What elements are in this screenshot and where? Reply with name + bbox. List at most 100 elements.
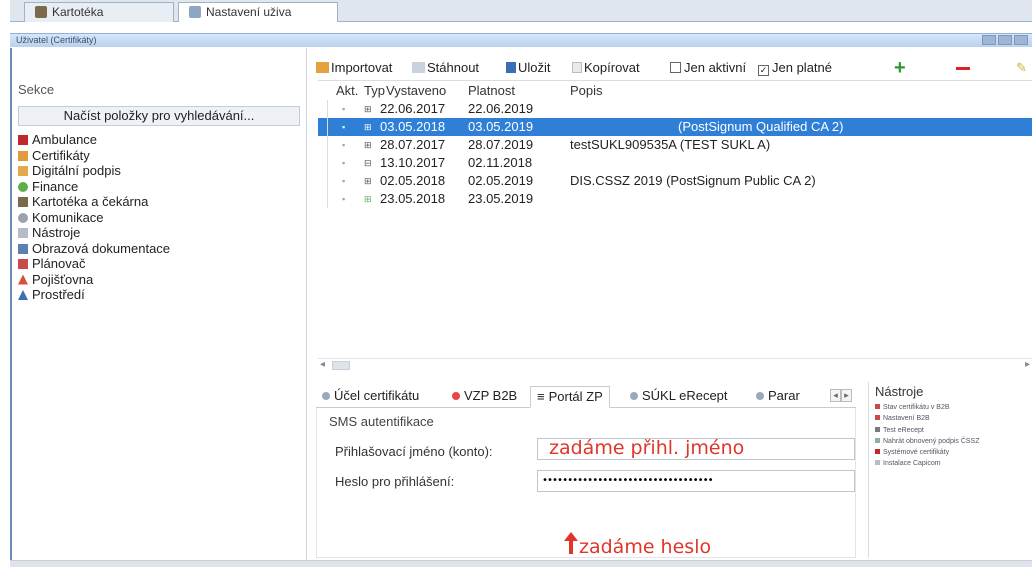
section-item-obrazova-dokumentace[interactable]: Obrazová dokumentace — [18, 241, 303, 257]
section-item-planovac[interactable]: Plánovač — [18, 256, 303, 272]
load-search-items-button[interactable]: Načíst položky pro vyhledávání... — [18, 106, 300, 126]
bullet-icon — [630, 392, 638, 400]
install-icon — [875, 460, 880, 466]
certificate-icon — [18, 150, 28, 161]
section-item-kartoteka[interactable]: Kartotéka a čekárna — [18, 194, 303, 210]
col-header-valid[interactable]: Platnost — [468, 83, 515, 98]
remove-icon[interactable] — [956, 67, 970, 70]
type-icon: ▪ — [342, 176, 346, 186]
scroll-thumb[interactable] — [332, 361, 350, 370]
col-header-description[interactable]: Popis — [570, 83, 603, 98]
table-row[interactable]: ▪ ⊞ 02.05.2018 02.05.2019 DIS.CSSZ 2019 … — [318, 172, 1032, 190]
section-tree: Ambulance Certifikáty Digitální podpis F… — [18, 132, 303, 303]
communication-icon — [18, 212, 28, 223]
annotation-arrow-icon — [564, 532, 578, 554]
copy-icon — [572, 62, 582, 73]
section-item-finance[interactable]: Finance — [18, 179, 303, 195]
tab-scroll-left-icon[interactable]: ◂ — [830, 389, 841, 402]
sms-auth-title: SMS autentifikace — [329, 414, 434, 429]
col-header-typ[interactable]: Typ — [364, 83, 385, 98]
only-active-checkbox[interactable]: Jen aktivní — [670, 58, 746, 78]
annotation-password-hint: zadáme heslo — [579, 536, 712, 558]
scroll-right-icon[interactable]: ▸ — [1025, 359, 1030, 370]
section-heading: Sekce — [18, 82, 55, 97]
tab-label: Nastavení uživa — [206, 5, 292, 19]
tab-sukl-erecept[interactable]: SÚKL eRecept — [624, 386, 734, 408]
col-header-akt[interactable]: Akt. — [336, 83, 358, 98]
certificates-pane: Importovat Stáhnout Uložit Kopírovat Jen… — [310, 48, 1032, 560]
sms-auth-panel: SMS autentifikace Přihlašovací jméno (ko… — [316, 408, 856, 558]
import-button[interactable]: Importovat — [316, 58, 392, 78]
window-controls — [980, 35, 1028, 49]
table-row-selected[interactable]: ▪ ⊞ 03.05.2018 03.05.2019 (PostSignum Qu… — [318, 118, 1032, 136]
tool-item[interactable]: Test eRecept — [875, 425, 980, 436]
tab-user-settings[interactable]: Nastavení uživa — [178, 2, 338, 22]
kartoteka-icon — [35, 6, 47, 18]
type-icon: ▪ — [342, 158, 346, 168]
copy-button[interactable]: Kopírovat — [572, 58, 640, 78]
window-title-bar: Uživatel (Certifikáty) — [10, 33, 1032, 47]
settings-icon — [189, 6, 201, 18]
cert-icon: ⊞ — [364, 122, 372, 132]
col-header-issued[interactable]: Vystaveno — [386, 83, 446, 98]
section-item-komunikace[interactable]: Komunikace — [18, 210, 303, 226]
window-title: Uživatel (Certifikáty) — [16, 35, 97, 45]
image-document-icon — [18, 243, 28, 254]
horizontal-scrollbar[interactable]: ◂ ▸ — [318, 358, 1032, 372]
tab-scroll-right-icon[interactable]: ▸ — [841, 389, 852, 402]
b2b-status-icon — [875, 404, 880, 409]
restore-button[interactable] — [998, 35, 1012, 45]
tab-ucel-certifikatu[interactable]: Účel certifikátu — [316, 386, 425, 408]
tab-label: Kartotéka — [52, 5, 104, 19]
password-label: Heslo pro přihlášení: — [335, 474, 455, 489]
section-item-certifikaty[interactable]: Certifikáty — [18, 148, 303, 164]
add-icon[interactable]: + — [894, 58, 906, 78]
test-icon — [875, 426, 880, 432]
save-icon — [506, 62, 516, 73]
tool-item[interactable]: Nahrát obnovený podpis ČSSZ — [875, 436, 980, 447]
password-input[interactable]: •••••••••••••••••••••••••••••••••• — [537, 470, 855, 492]
minimize-button[interactable] — [982, 35, 996, 45]
cert-icon: ⊞ — [364, 176, 372, 186]
section-item-nastroje[interactable]: Nástroje — [18, 225, 303, 241]
tab-vzp-b2b[interactable]: VZP B2B — [446, 386, 523, 408]
tool-item[interactable]: Systémové certifikáty — [875, 447, 980, 458]
table-row[interactable]: ▪ ⊞ 23.05.2018 23.05.2019 — [318, 190, 1032, 208]
app-window: Kartotéka Nastavení uživa Uživatel (Cert… — [0, 0, 1032, 567]
save-button[interactable]: Uložit — [506, 58, 551, 78]
scroll-left-icon[interactable]: ◂ — [320, 359, 325, 370]
section-item-digitalni-podpis[interactable]: Digitální podpis — [18, 163, 303, 179]
section-item-ambulance[interactable]: Ambulance — [18, 132, 303, 148]
section-item-pojistovna[interactable]: Pojišťovna — [18, 272, 303, 288]
tools-list: Stav certifikátu v B2B Nastavení B2B Tes… — [875, 402, 980, 470]
close-button[interactable] — [1014, 35, 1028, 45]
section-item-prostredi[interactable]: Prostředí — [18, 287, 303, 303]
table-row[interactable]: ▪ ⊟ 13.10.2017 02.11.2018 — [318, 154, 1032, 172]
insurance-icon — [18, 274, 28, 285]
cert-icon: ⊞ — [364, 104, 372, 114]
type-icon: ▪ — [342, 122, 346, 132]
table-row[interactable]: ▪ ⊞ 28.07.2017 28.07.2019 testSUKL909535… — [318, 136, 1032, 154]
tool-item[interactable]: Stav certifikátu v B2B — [875, 402, 980, 413]
calendar-icon — [18, 259, 28, 269]
download-button[interactable]: Stáhnout — [412, 58, 479, 78]
portal-icon: ≡ — [537, 389, 545, 404]
status-bar — [10, 560, 1032, 567]
tab-portal-zp[interactable]: ≡ Portál ZP — [530, 386, 610, 408]
checkbox-unchecked-icon — [670, 62, 681, 73]
tools-panel: Nástroje Stav certifikátu v B2B Nastaven… — [868, 382, 1032, 558]
tool-item[interactable]: Instalace Capicom — [875, 458, 980, 469]
b2b-settings-icon — [875, 415, 880, 421]
cert-icon: ⊞ — [364, 140, 372, 150]
download-icon — [412, 62, 425, 73]
login-label: Přihlašovací jméno (konto): — [335, 444, 493, 459]
table-row[interactable]: ▪ ⊞ 22.06.2017 22.06.2019 — [318, 100, 1032, 118]
tab-kartoteka[interactable]: Kartotéka — [24, 2, 174, 22]
edit-icon[interactable]: ✎ — [1016, 58, 1027, 78]
document-tab-strip: Kartotéka Nastavení uživa — [10, 0, 1032, 22]
bullet-icon — [756, 392, 764, 400]
tab-parar[interactable]: Parar — [750, 386, 806, 408]
tool-item[interactable]: Nastavení B2B — [875, 413, 980, 424]
finance-icon — [18, 181, 28, 192]
only-valid-checkbox[interactable]: ✓ Jen platné — [758, 58, 832, 78]
